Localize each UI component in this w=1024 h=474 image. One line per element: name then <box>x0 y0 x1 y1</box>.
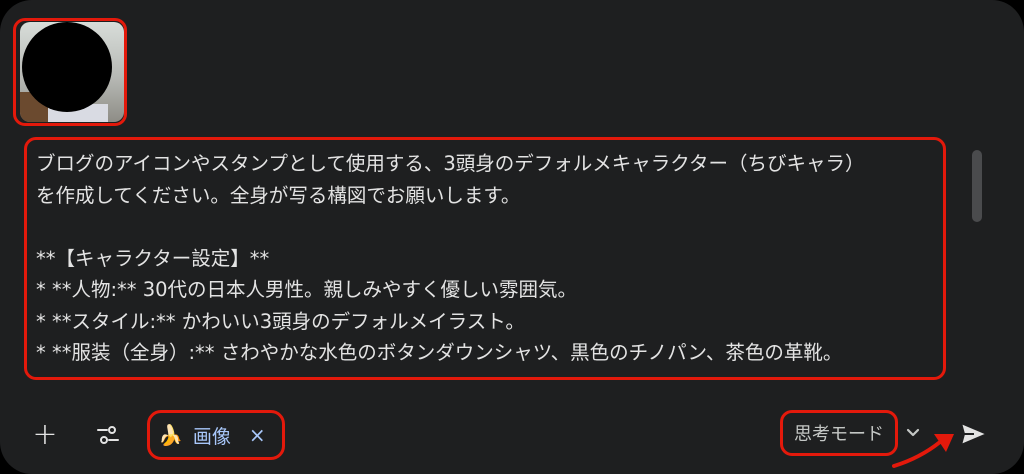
send-icon[interactable] <box>958 420 990 448</box>
highlight-box-mode <box>780 410 898 456</box>
red-arrow-annotation <box>892 434 954 468</box>
highlight-box-thumbnail <box>13 18 127 126</box>
scrollbar-thumb[interactable] <box>972 150 982 222</box>
highlight-box-prompt <box>24 137 946 380</box>
tune-icon[interactable] <box>95 422 121 448</box>
plus-icon[interactable]: + <box>30 420 60 450</box>
highlight-box-chip <box>147 410 285 460</box>
